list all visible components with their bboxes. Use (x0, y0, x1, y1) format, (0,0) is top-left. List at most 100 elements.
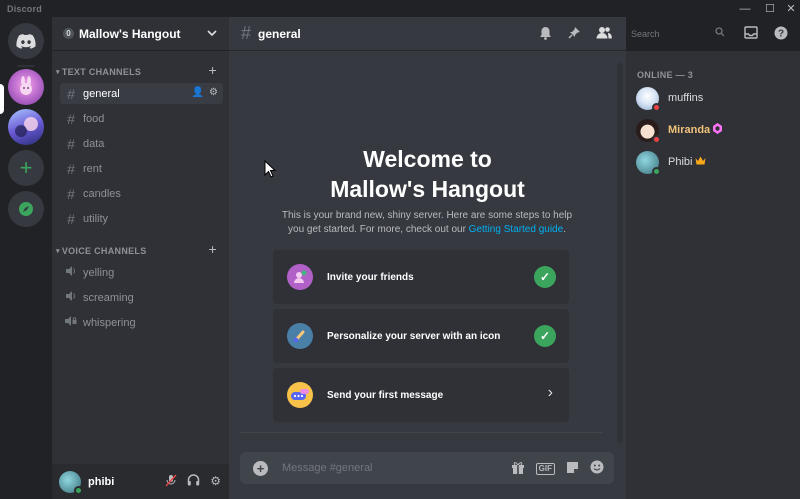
hash-icon: # (67, 85, 75, 102)
bell-icon[interactable] (539, 26, 552, 43)
channel-rent[interactable]: # rent (60, 158, 223, 179)
selected-server-indicator (0, 84, 4, 114)
category-text-channels[interactable]: ▾ TEXT CHANNELS + (52, 62, 229, 79)
close-button[interactable]: ✕ (780, 0, 800, 17)
gif-button[interactable]: GIF (535, 462, 555, 475)
avatar (636, 150, 661, 176)
mute-icon[interactable] (165, 474, 177, 490)
server-mallows-hangout[interactable] (8, 69, 44, 105)
getting-started-link[interactable]: Getting Started guide (469, 224, 564, 235)
voice-channel-screaming[interactable]: screaming (60, 287, 223, 308)
invite-icon[interactable]: 👤 (192, 87, 204, 98)
channel-sidebar: 0 Mallow's Hangout ▾ TEXT CHANNELS + # g… (52, 17, 229, 499)
card-label: Send your first message (327, 389, 444, 401)
card-label: Invite your friends (327, 271, 414, 283)
mouse-cursor-icon (264, 160, 276, 178)
message-composer[interactable]: + Message #general GIF (240, 452, 614, 484)
minimize-button[interactable]: — (734, 0, 756, 17)
caret-down-icon: ▾ (56, 248, 60, 255)
gear-icon[interactable]: ⚙ (210, 474, 221, 490)
svg-text:?: ? (778, 29, 784, 40)
member-list-icon[interactable] (596, 26, 612, 42)
member-miranda[interactable]: Miranda (636, 117, 723, 144)
speaker-icon (62, 291, 80, 304)
member-name: Miranda (668, 124, 711, 136)
voice-channel-whispering[interactable]: whispering (60, 312, 223, 333)
hash-icon: # (67, 210, 75, 227)
member-name: Phibi (668, 156, 693, 168)
hash-icon: # (67, 135, 75, 152)
bunny-server-icon (20, 76, 32, 95)
compass-icon (19, 202, 33, 216)
hash-icon: # (67, 160, 75, 177)
channel-general[interactable]: # general 👤 ⚙ (60, 83, 223, 104)
search-placeholder: Search (631, 29, 660, 39)
nitro-boost-icon (713, 123, 723, 137)
card-label: Personalize your server with an icon (327, 330, 501, 342)
guild-header[interactable]: 0 Mallow's Hangout (52, 17, 229, 51)
welcome-title-line1: Welcome to (363, 146, 492, 172)
sticker-icon[interactable] (566, 461, 579, 477)
send-first-message-card[interactable]: Send your first message › (273, 368, 569, 422)
channel-data[interactable]: # data (60, 133, 223, 154)
home-button[interactable] (8, 23, 44, 59)
anime-server-icon (15, 117, 38, 137)
channel-food[interactable]: # food (60, 108, 223, 129)
gift-icon[interactable] (511, 461, 525, 477)
category-label: TEXT CHANNELS (61, 67, 142, 77)
channel-label: data (83, 137, 105, 150)
inbox-icon[interactable] (744, 26, 758, 42)
member-list: ONLINE — 3 muffins Miranda Phibi (626, 51, 800, 499)
attach-plus-icon[interactable]: + (253, 460, 268, 476)
chat-area: # general Welcome to Mallow's Hangout Th… (229, 17, 626, 499)
rail-separator (17, 65, 35, 67)
create-channel-icon[interactable]: + (209, 62, 217, 78)
status-dnd-indicator (652, 134, 661, 144)
status-online-indicator (74, 485, 83, 495)
title-bar: Discord — ☐ ✕ (0, 0, 800, 17)
channel-candles[interactable]: # candles (60, 183, 223, 204)
maximize-button[interactable]: ☐ (759, 0, 781, 17)
pin-icon[interactable] (568, 26, 581, 42)
caret-down-icon: ▾ (56, 69, 60, 76)
personalize-server-card[interactable]: Personalize your server with an icon ✓ (273, 309, 569, 363)
crown-icon (695, 156, 706, 168)
hash-icon: # (67, 110, 75, 127)
search-input[interactable]: Search (626, 25, 730, 43)
channel-label: utility (83, 212, 109, 225)
emoji-icon[interactable] (590, 460, 604, 477)
channel-label: rent (83, 162, 102, 175)
create-channel-icon[interactable]: + (209, 241, 217, 257)
speaker-icon (62, 266, 80, 279)
channel-label: food (83, 112, 105, 125)
avatar (636, 118, 661, 144)
member-name: muffins (668, 92, 704, 104)
status-online-indicator (652, 166, 661, 176)
gear-icon[interactable]: ⚙ (209, 87, 218, 98)
checkmark-icon: ✓ (534, 325, 556, 347)
headphones-icon[interactable] (187, 474, 200, 490)
member-phibi[interactable]: Phibi (636, 149, 706, 176)
channel-utility[interactable]: # utility (60, 208, 223, 229)
welcome-sub-period: . (563, 224, 566, 235)
server-second[interactable] (8, 109, 44, 145)
explore-servers-button[interactable] (8, 191, 44, 227)
chat-bubble-icon (287, 382, 313, 408)
channel-label: whispering (83, 316, 136, 329)
chevron-down-icon (207, 27, 217, 41)
divider (240, 432, 602, 433)
voice-channel-yelling[interactable]: yelling (60, 262, 223, 283)
app-title: Discord (7, 3, 42, 14)
add-server-button[interactable]: + (8, 150, 44, 186)
plus-icon: + (19, 155, 33, 180)
member-muffins[interactable]: muffins (636, 85, 704, 112)
scrollbar[interactable] (617, 63, 623, 443)
help-icon[interactable]: ? (774, 26, 788, 43)
header-toolbar: Search ? (532, 17, 800, 51)
welcome-subtitle: This is your brand new, shiny server. He… (277, 209, 577, 237)
category-voice-channels[interactable]: ▾ VOICE CHANNELS + (52, 241, 229, 258)
invite-friends-card[interactable]: Invite your friends ✓ (273, 250, 569, 304)
message-input[interactable]: Message #general (282, 462, 373, 474)
search-icon (715, 27, 725, 40)
avatar[interactable] (59, 470, 83, 495)
